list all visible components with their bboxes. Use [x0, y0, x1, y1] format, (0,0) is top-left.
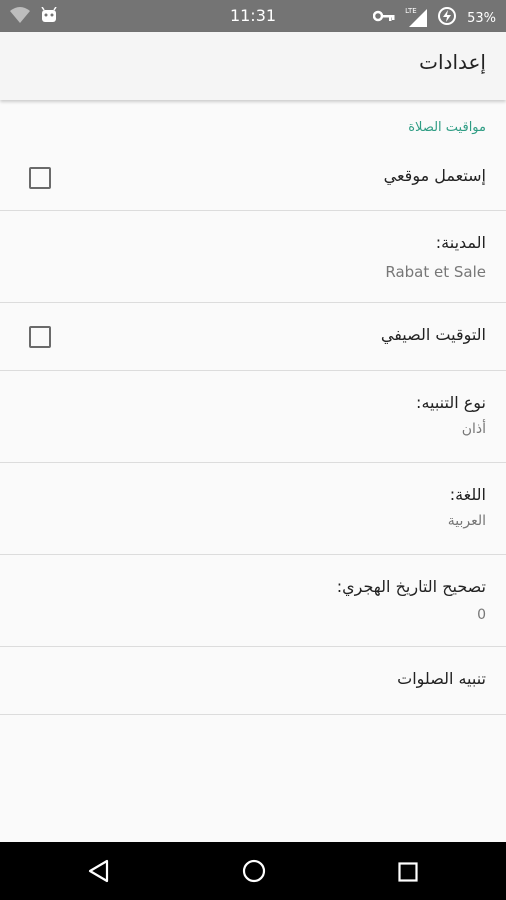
pref-title: اللغة: [449, 485, 486, 504]
vpn-key-icon [372, 10, 395, 26]
pref-alert-type[interactable]: نوع التنبيه: أذان [0, 371, 506, 463]
pref-title: إستعمل موقعي [383, 166, 486, 185]
battery-icon [437, 6, 457, 30]
pref-title: نوع التنبيه: [416, 393, 486, 412]
back-icon[interactable] [87, 859, 111, 887]
pref-summary: أذان [461, 421, 486, 437]
pref-language[interactable]: اللغة: العربية [0, 463, 506, 555]
pref-hijri-correction[interactable]: تصحيح التاريخ الهجري: 0 [0, 555, 506, 647]
recents-icon[interactable] [398, 862, 418, 886]
status-right: LTE 53% [372, 6, 496, 30]
navigation-bar [0, 842, 506, 900]
preferences-list: مواقيت الصلاة إستعمل موقعي المدينة: Raba… [0, 100, 506, 715]
daylight-saving-checkbox[interactable] [29, 326, 51, 348]
home-icon[interactable] [242, 859, 266, 887]
pref-use-my-location[interactable]: إستعمل موقعي [0, 144, 506, 211]
pref-title: المدينة: [435, 233, 486, 252]
battery-percent: 53% [467, 10, 496, 26]
category-title: مواقيت الصلاة [408, 120, 486, 135]
category-header: مواقيت الصلاة [0, 100, 506, 144]
pref-summary: Rabat et Sale [385, 263, 486, 281]
network-type-label: LTE [405, 7, 417, 15]
pref-city[interactable]: المدينة: Rabat et Sale [0, 211, 506, 303]
app-bar: إعدادات [0, 32, 506, 100]
pref-title: تنبيه الصلوات [397, 669, 486, 688]
pref-title: التوقيت الصيفي [380, 325, 486, 344]
status-bar: 11:31 LTE 53% [0, 0, 506, 32]
page-title: إعدادات [419, 50, 486, 74]
use-location-checkbox[interactable] [29, 167, 51, 189]
pref-summary: 0 [477, 607, 486, 623]
pref-summary: العربية [447, 513, 486, 529]
signal-icon: LTE [405, 7, 428, 27]
pref-title: تصحيح التاريخ الهجري: [336, 577, 486, 596]
pref-prayer-alerts[interactable]: تنبيه الصلوات [0, 647, 506, 715]
pref-daylight-saving[interactable]: التوقيت الصيفي [0, 303, 506, 371]
